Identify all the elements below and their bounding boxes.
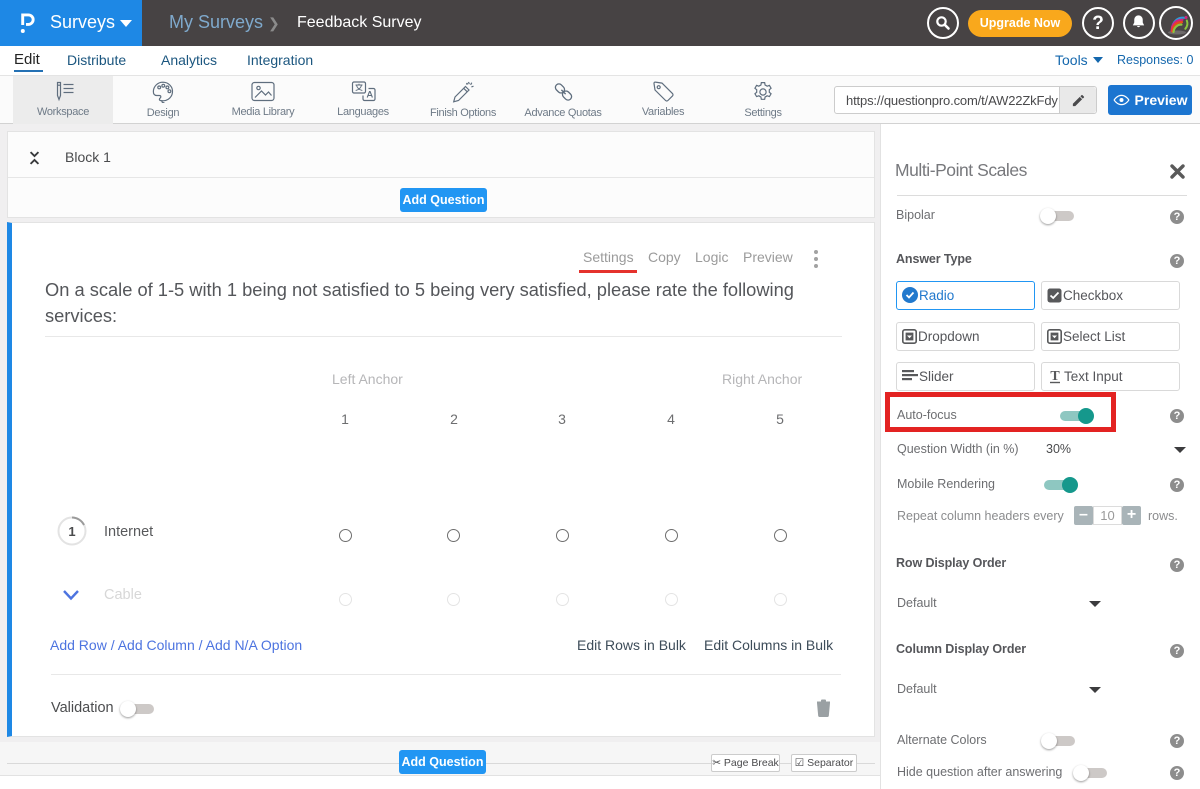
- svg-text:T: T: [1050, 369, 1060, 384]
- svg-text:1: 1: [68, 524, 75, 539]
